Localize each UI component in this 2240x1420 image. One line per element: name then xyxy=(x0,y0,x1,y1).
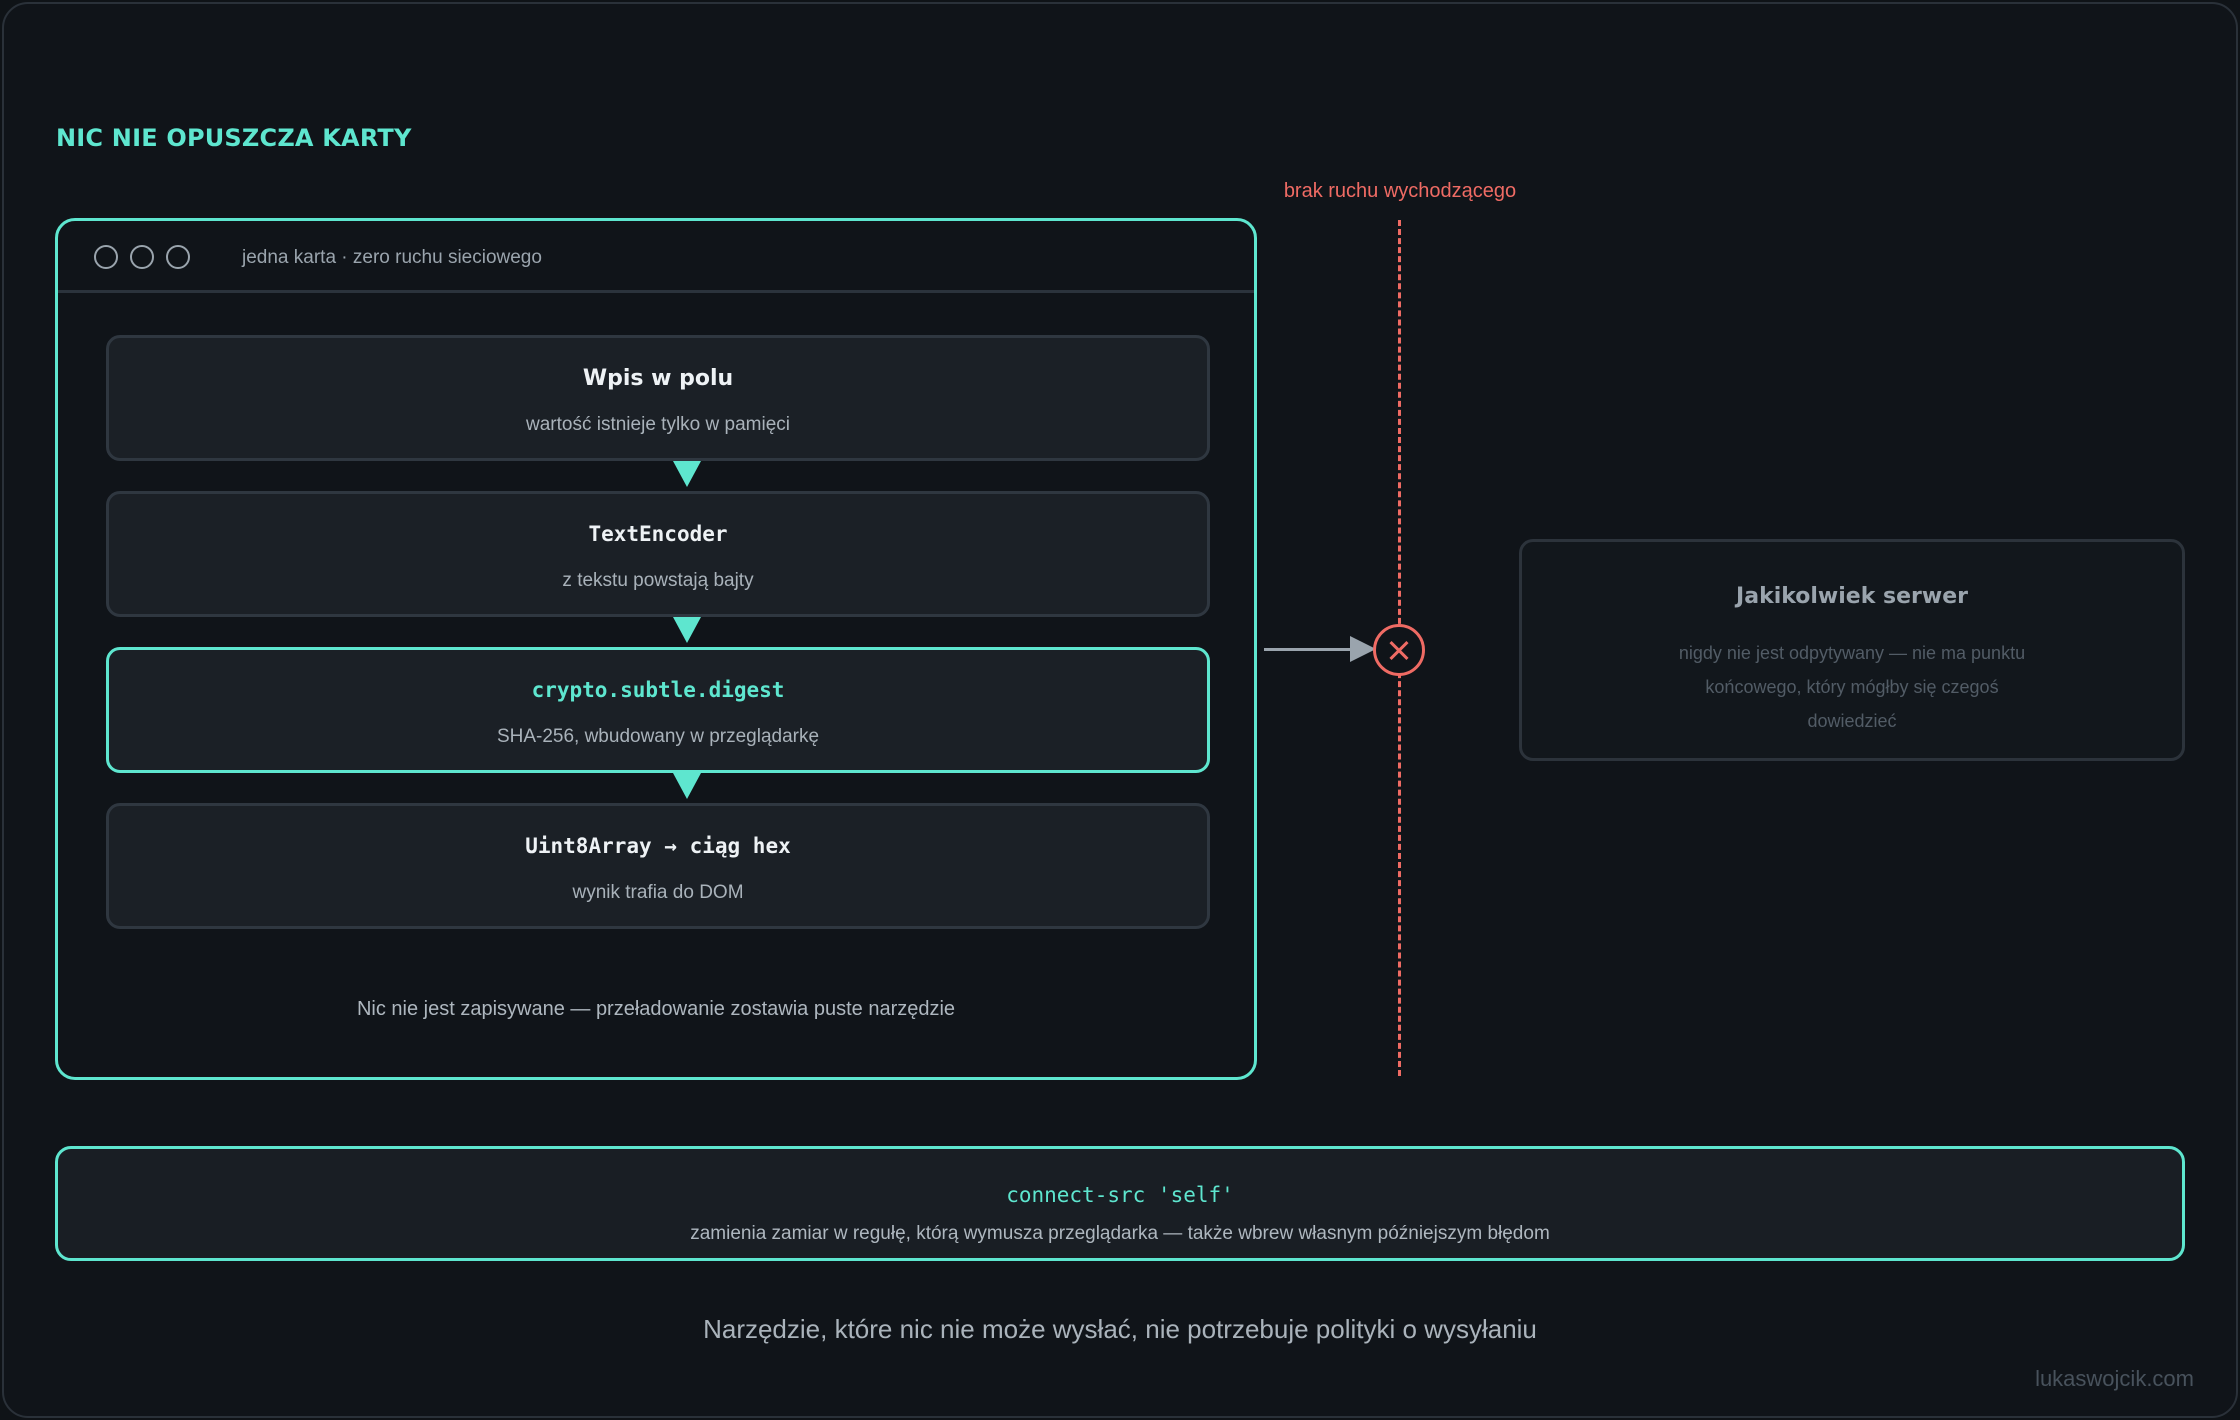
step-input: Wpis w polu wartość istnieje tylko w pam… xyxy=(106,335,1210,461)
tab-footer-note: Nic nie jest zapisywane — przeładowanie … xyxy=(356,998,956,1020)
policy-code: connect-src 'self' xyxy=(1006,1183,1234,1207)
credit-link[interactable]: lukaswojcik.com xyxy=(2035,1366,2194,1392)
connection-line xyxy=(1264,648,1362,651)
tab-caption: jedna karta · zero ruchu sieciowego xyxy=(242,247,542,268)
step-subtitle: z tekstu powstają bajty xyxy=(562,570,754,591)
browser-tab: jedna karta · zero ruchu sieciowego Wpis… xyxy=(55,218,1257,1080)
window-dot-icon xyxy=(166,245,190,269)
barrier-label: brak ruchu wychodzącego xyxy=(1283,180,1517,202)
server-subtitle: nigdy nie jest odpytywany — nie ma punkt… xyxy=(1678,643,2026,731)
window-dot-icon xyxy=(94,245,118,269)
step-textencoder: TextEncoder z tekstu powstają bajty xyxy=(106,491,1210,617)
step-title: Uint8Array → ciąg hex xyxy=(525,834,791,858)
step-digest: crypto.subtle.digest SHA-256, wbudowany … xyxy=(106,647,1210,773)
policy-box: connect-src 'self' zamienia zamiar w reg… xyxy=(55,1146,2185,1261)
tab-bar: jedna karta · zero ruchu sieciowego xyxy=(58,221,1254,293)
step-subtitle: wynik trafia do DOM xyxy=(572,882,744,903)
step-title: TextEncoder xyxy=(588,522,728,546)
step-title: crypto.subtle.digest xyxy=(531,678,785,702)
arrow-down-icon xyxy=(673,617,701,643)
policy-subtitle: zamienia zamiar w regułę, którą wymusza … xyxy=(690,1223,1550,1244)
server-card: Jakikolwiek serwer nigdy nie jest odpyty… xyxy=(1519,539,2185,761)
arrow-down-icon xyxy=(673,461,701,487)
step-hex: Uint8Array → ciąg hex wynik trafia do DO… xyxy=(106,803,1210,929)
window-dot-icon xyxy=(130,245,154,269)
blocked-x-icon xyxy=(1373,624,1425,676)
step-title: Wpis w polu xyxy=(582,366,734,391)
step-subtitle: SHA-256, wbudowany w przeglądarkę xyxy=(496,726,820,747)
diagram-title: NIC NIE OPUSZCZA KARTY xyxy=(56,124,412,152)
server-title: Jakikolwiek serwer xyxy=(1736,584,1968,609)
tagline: Narzędzie, które nic nie może wysłać, ni… xyxy=(703,1314,1537,1344)
arrow-down-icon xyxy=(673,773,701,799)
step-subtitle: wartość istnieje tylko w pamięci xyxy=(526,414,790,435)
